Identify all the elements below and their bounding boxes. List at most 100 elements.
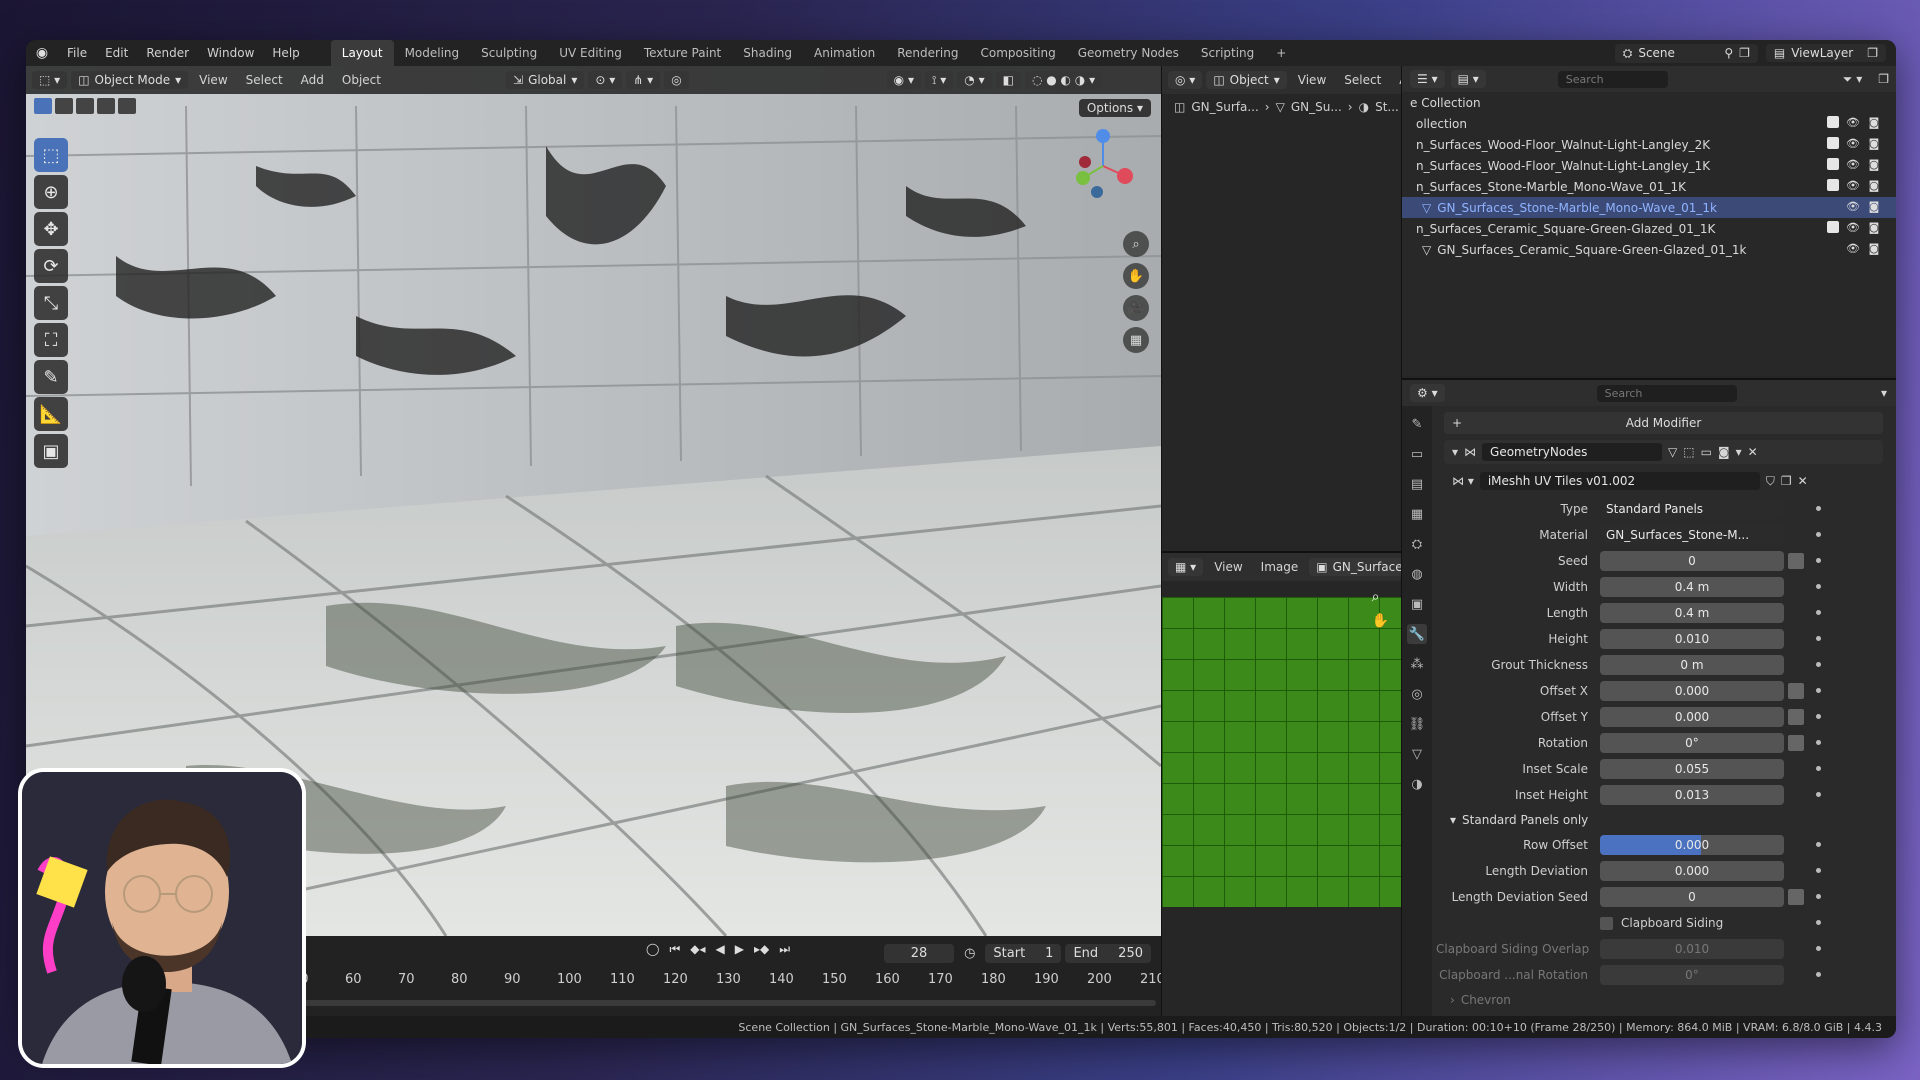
editor-type-icon[interactable]: ◎ ▾ [1168,71,1203,89]
eye-icon[interactable]: 👁 [1846,200,1860,213]
camera-render-icon[interactable]: ◙ [1867,200,1881,213]
scene-selector[interactable]: ⛭ Scene ⚲ ❐ [1614,43,1758,63]
node-menu-select[interactable]: Select [1337,73,1388,87]
property-value-field[interactable]: 0.000 [1600,861,1784,881]
material-tab-icon[interactable]: ◑ [1407,774,1427,794]
exclude-checkbox[interactable] [1827,158,1839,170]
keyframe-dot[interactable] [1816,506,1821,511]
keyframe-dot[interactable] [1816,792,1821,797]
world-tab-icon[interactable]: ◍ [1407,564,1427,584]
keyframe-dot[interactable] [1816,688,1821,693]
camera-render-icon[interactable]: ◙ [1867,179,1881,192]
chevron-subpanel[interactable]: › Chevron [1436,988,1891,1012]
eye-icon[interactable]: 👁 [1846,179,1860,192]
clock-icon[interactable]: ◷ [958,946,981,961]
image-selector[interactable]: ▣ GN_Surfaces_Cera [1309,558,1401,576]
keyframe-dot[interactable] [1816,662,1821,667]
proportional-edit-icon[interactable]: ◎ [664,71,689,89]
socket-toggle-icon[interactable] [1788,709,1804,725]
tab-sculpting[interactable]: Sculpting [470,40,548,66]
start-frame-field[interactable]: Start 1 [985,943,1062,963]
camera-icon[interactable]: 🎥 [1123,295,1149,321]
fake-user-icon[interactable]: ⛉ [1766,474,1775,489]
tab-modeling[interactable]: Modeling [394,40,471,66]
menu-window[interactable]: Window [198,40,263,66]
property-value-field[interactable]: 0° [1600,733,1784,753]
image-editor-panel[interactable]: ▦ ▾ View Image ▣ GN_Surfaces_Cera ⌕ ✋ [1161,551,1402,1016]
ortho-grid-icon[interactable]: ▦ [1123,327,1149,353]
mode-dropdown[interactable]: ◫ Object Mode ▾ [71,71,189,89]
node-group-field[interactable]: iMeshh UV Tiles v01.002 [1479,472,1760,490]
viewport-display-icon[interactable]: ▭ [1701,445,1712,459]
add-modifier-button[interactable]: + Add Modifier [1444,412,1883,434]
duplicate-icon[interactable]: ❐ [1781,474,1792,488]
property-value-field[interactable]: 0.055 [1600,759,1784,779]
move-icon[interactable]: ✥ [34,212,68,246]
navigation-gizmo[interactable] [1063,126,1143,206]
keyframe-dot[interactable] [1816,636,1821,641]
socket-toggle-icon[interactable] [1788,735,1804,751]
outliner-row[interactable]: n_Surfaces_Stone-Marble_Mono-Wave_01_1K 👁… [1402,176,1896,197]
scene-tab-icon[interactable]: ⛭ [1407,534,1427,554]
output-tab-icon[interactable]: ▤ [1407,474,1427,494]
keyframe-dot[interactable] [1816,868,1821,873]
node-mode-dropdown[interactable]: ◫ Object ▾ [1206,71,1287,89]
gizmo-toggle-icon[interactable]: ⟟ ▾ [924,70,954,90]
outliner-root[interactable]: e Collection [1402,92,1896,113]
eye-icon[interactable]: 👁 [1846,137,1860,150]
select-extend-icon[interactable] [55,98,73,114]
shading-mode-icons[interactable]: ◌ ● ◐ ◑ ▾ [1024,71,1103,89]
scale-icon[interactable]: ⤡ [34,286,68,320]
keyframe-dot[interactable] [1816,920,1821,925]
object-tab-icon[interactable]: ▣ [1407,594,1427,614]
tab-shading[interactable]: Shading [732,40,803,66]
camera-render-icon[interactable]: ◙ [1867,242,1881,255]
add-cube-icon[interactable]: ▣ [34,434,68,468]
tab-texture-paint[interactable]: Texture Paint [633,40,732,66]
property-value-field[interactable]: 0.4 m [1600,603,1784,623]
render-tab-icon[interactable]: ▭ [1407,444,1427,464]
particles-tab-icon[interactable]: ⁂ [1407,654,1427,674]
camera-render-icon[interactable]: ◙ [1867,116,1881,129]
keyframe-dot[interactable] [1816,972,1821,977]
keyframe-dot[interactable] [1816,558,1821,563]
breadcrumb-object[interactable]: GN_Surfa... [1191,100,1258,114]
tab-layout[interactable]: Layout [330,40,394,66]
keyframe-dot[interactable] [1816,714,1821,719]
measure-icon[interactable]: 📐 [34,397,68,431]
select-new-icon[interactable] [34,98,52,114]
outliner-row[interactable]: ollection 👁 ◙ [1402,113,1896,134]
exclude-checkbox[interactable] [1827,179,1839,191]
zoom-icon[interactable]: ⌕ [1123,231,1149,257]
editor-type-icon[interactable]: ⚙ ▾ [1410,384,1445,402]
viewport-menu-object[interactable]: Object [335,73,388,87]
rotate-icon[interactable]: ⟳ [34,249,68,283]
editor-type-icon[interactable]: ⬚ ▾ [32,71,68,89]
transform-icon[interactable]: ⛶ [34,323,68,357]
menu-file[interactable]: File [58,40,96,66]
pivot-icon[interactable]: ⊙ ▾ [588,71,623,89]
visibility-icon[interactable]: ◉ ▾ [886,71,921,89]
cursor-icon[interactable]: ⊕ [34,175,68,209]
property-value-field[interactable]: 0 [1600,551,1784,571]
property-value-field[interactable]: 0.000 [1600,835,1784,855]
exclude-checkbox[interactable] [1827,137,1839,149]
breadcrumb-node[interactable]: St... [1375,100,1399,114]
camera-render-icon[interactable]: ◙ [1867,221,1881,234]
subpanel-header[interactable]: ▾ Standard Panels only [1436,808,1891,832]
view-layer-tab-icon[interactable]: ▦ [1407,504,1427,524]
property-value-field[interactable]: 0.010 [1600,629,1784,649]
tab-geometry-nodes[interactable]: Geometry Nodes [1067,40,1190,66]
keyframe-dot[interactable] [1816,740,1821,745]
render-display-icon[interactable]: ◙ [1718,445,1730,459]
eye-icon[interactable]: 👁 [1846,221,1860,234]
xray-icon[interactable]: ◧ [995,71,1021,89]
menu-help[interactable]: Help [263,40,308,66]
node-editor-panel[interactable]: ◎ ▾ ◫Object ▾ View Select Add Nc ◫ GN_Su… [1161,66,1401,551]
outliner-row[interactable]: ▽ GN_Surfaces_Ceramic_Square-Green-Glaze… [1402,239,1896,260]
keyframe-dot[interactable] [1816,894,1821,899]
editor-type-icon[interactable]: ☰ ▾ [1410,70,1445,88]
modifier-name-field[interactable]: GeometryNodes [1482,443,1663,461]
viewport-menu-select[interactable]: Select [239,73,290,87]
pin-icon[interactable]: ⚲ [1724,46,1733,60]
